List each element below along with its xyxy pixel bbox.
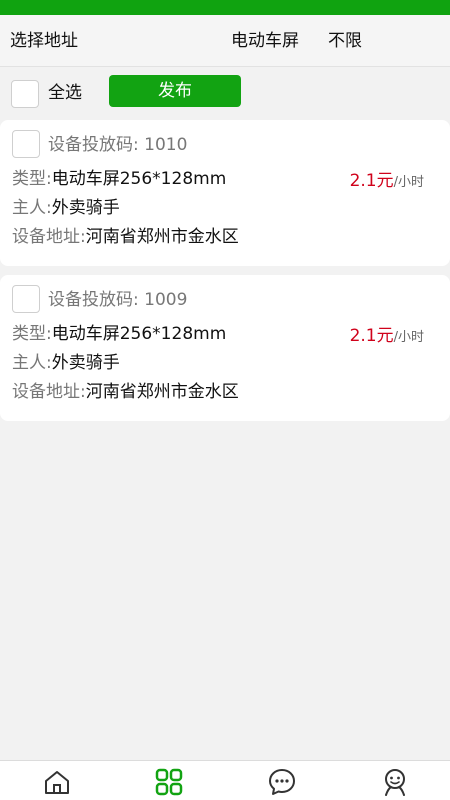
- price-amount: 2.1元: [349, 326, 394, 346]
- owner-value: 外卖骑手: [51, 198, 120, 218]
- price-unit: /小时: [393, 175, 424, 190]
- address-value: 河南省郑州市金水区: [85, 227, 239, 247]
- select-address-button[interactable]: 选择地址: [10, 30, 78, 52]
- price-unit: /小时: [393, 330, 424, 345]
- device-price: 2.1元/小时: [350, 170, 424, 194]
- device-type-row: 类型:电动车屏256*128mm: [12, 168, 226, 190]
- device-address-row: 设备地址:河南省郑州市金水区: [12, 226, 239, 248]
- select-all-label[interactable]: 全选: [48, 82, 82, 104]
- device-code: 设备投放码: 1010: [48, 135, 188, 155]
- device-checkbox[interactable]: [12, 130, 40, 158]
- chat-icon: [269, 769, 295, 795]
- nav-profile-tab[interactable]: [381, 768, 409, 796]
- device-price: 2.1元/小时: [350, 325, 424, 349]
- nav-grid-tab[interactable]: [155, 768, 183, 796]
- owner-label: 主人:: [12, 353, 52, 373]
- device-address-row: 设备地址:河南省郑州市金水区: [12, 381, 239, 403]
- top-status-bar: [0, 0, 450, 15]
- home-icon: [45, 771, 69, 794]
- select-bar: 全选 发布: [0, 67, 450, 117]
- price-amount: 2.1元: [349, 171, 394, 191]
- device-owner-row: 主人:外卖骑手: [12, 197, 120, 219]
- device-card[interactable]: 设备投放码: 1009 类型:电动车屏256*128mm 2.1元/小时 主人:…: [0, 275, 450, 421]
- address-label: 设备地址:: [12, 227, 86, 247]
- address-value: 河南省郑州市金水区: [85, 382, 239, 402]
- device-type-value: 电动车屏256*128mm: [51, 169, 227, 189]
- nav-chat-tab[interactable]: [268, 768, 296, 796]
- publish-button[interactable]: 发布: [109, 75, 241, 107]
- device-type-filter[interactable]: 电动车屏: [231, 30, 299, 52]
- bottom-nav: [0, 760, 450, 800]
- profile-icon: [385, 769, 405, 796]
- filter-bar: 选择地址 电动车屏 不限: [0, 15, 450, 67]
- device-code: 设备投放码: 1009: [48, 290, 188, 310]
- nav-home-tab[interactable]: [43, 768, 71, 796]
- device-type-label: 类型:: [12, 169, 52, 189]
- device-type-label: 类型:: [12, 324, 52, 344]
- device-owner-row: 主人:外卖骑手: [12, 352, 120, 374]
- device-type-row: 类型:电动车屏256*128mm: [12, 323, 226, 345]
- select-all-checkbox[interactable]: [11, 80, 39, 108]
- owner-value: 外卖骑手: [51, 353, 120, 373]
- address-label: 设备地址:: [12, 382, 86, 402]
- grid-icon: [155, 768, 183, 796]
- device-checkbox[interactable]: [12, 285, 40, 313]
- limit-filter[interactable]: 不限: [328, 30, 362, 52]
- owner-label: 主人:: [12, 198, 52, 218]
- device-type-value: 电动车屏256*128mm: [51, 324, 227, 344]
- device-card[interactable]: 设备投放码: 1010 类型:电动车屏256*128mm 2.1元/小时 主人:…: [0, 120, 450, 266]
